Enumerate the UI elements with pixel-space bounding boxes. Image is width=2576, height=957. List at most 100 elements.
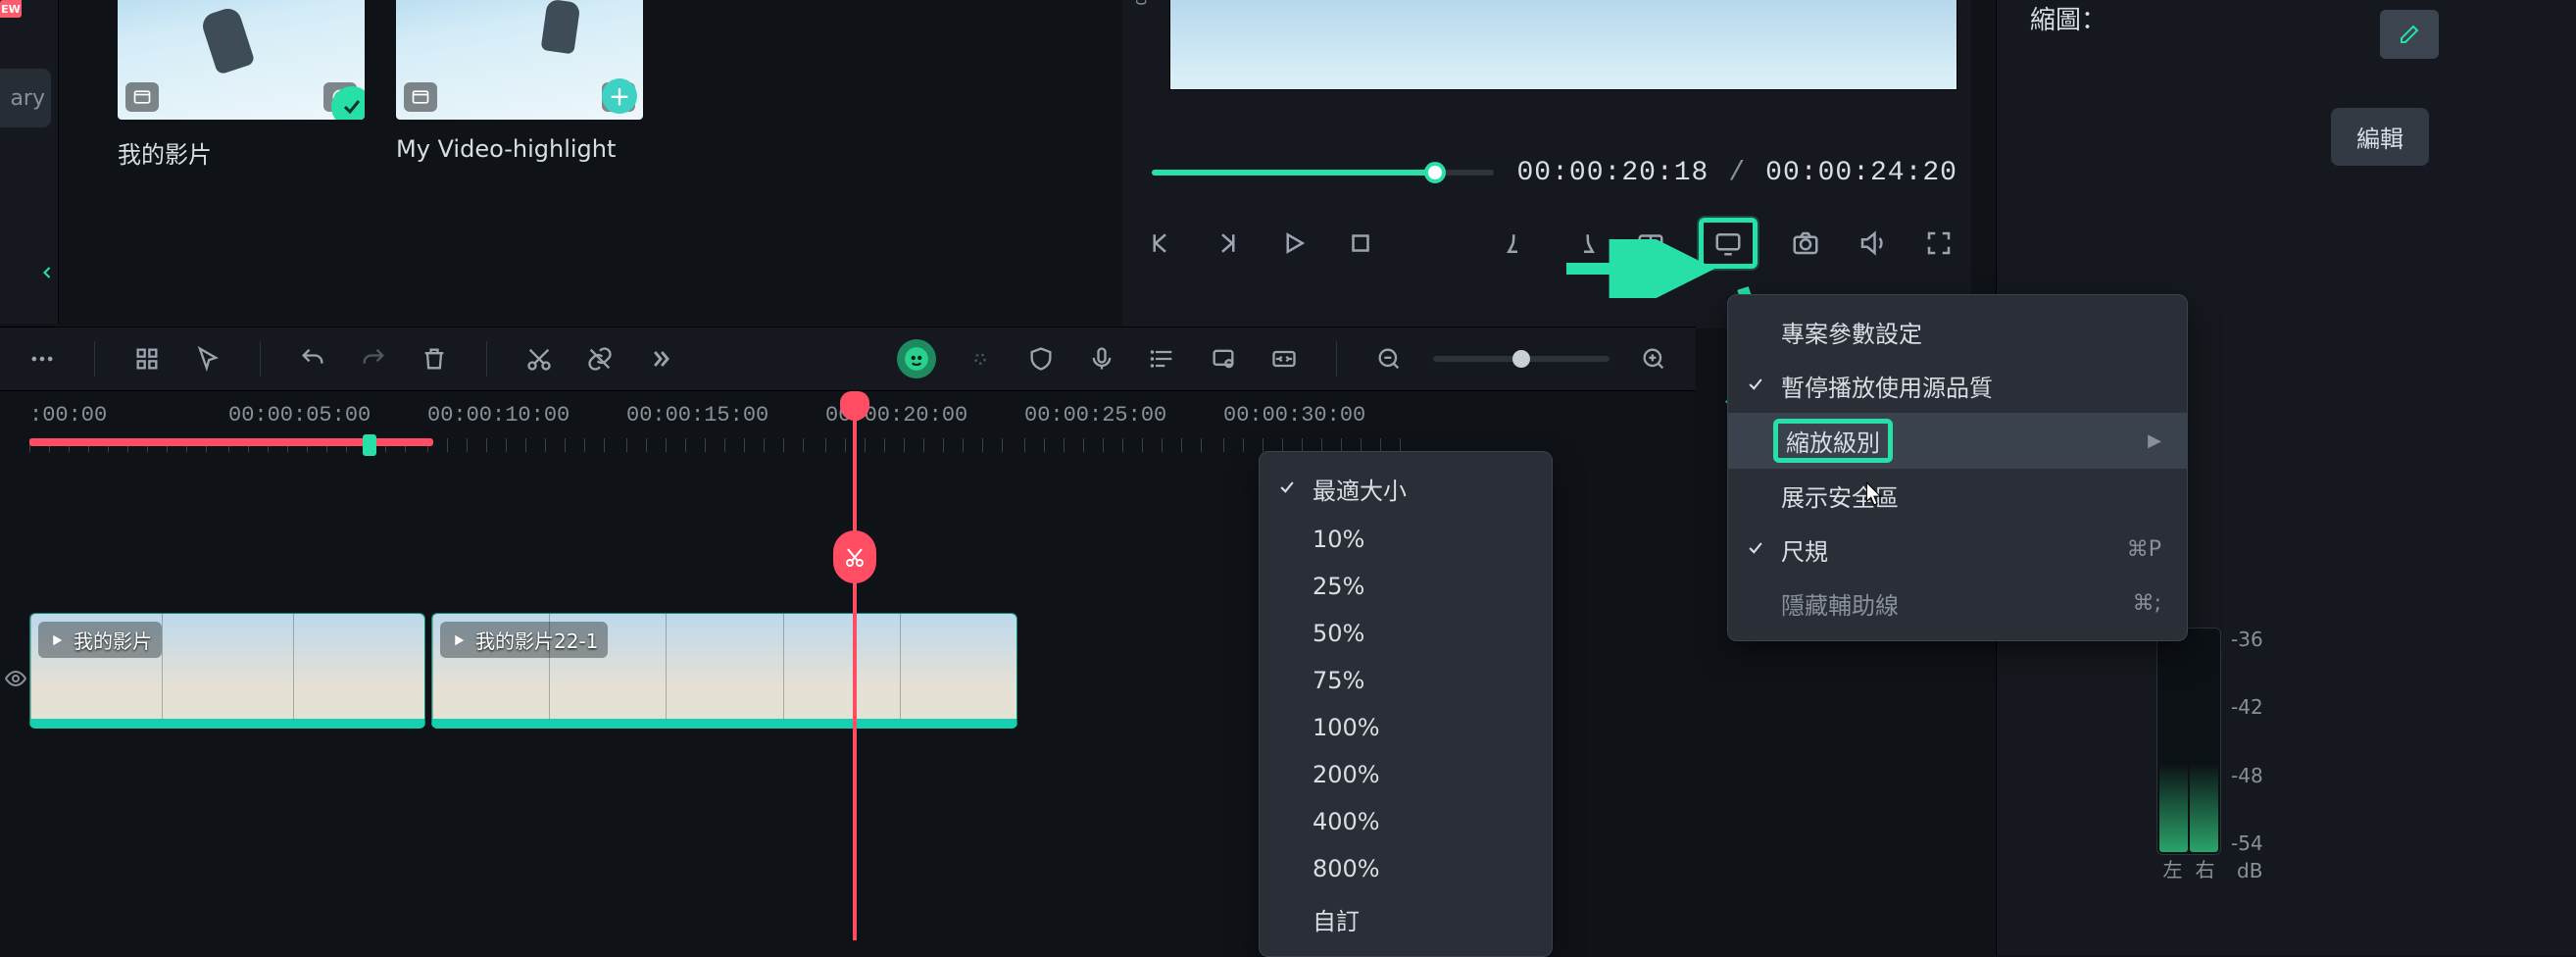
sparkle-icon[interactable] (964, 342, 997, 376)
menu-pause-source-quality[interactable]: 暫停播放使用源品質 (1728, 359, 2187, 413)
zoom-option[interactable]: 800% (1260, 845, 1552, 892)
volume-icon[interactable] (1854, 225, 1891, 262)
audio-meter: -36 -42 -48 -54 左 右 dB (2156, 628, 2270, 882)
mic-icon[interactable] (1085, 342, 1118, 376)
ruler-tick: 00:00:25:00 (1024, 403, 1223, 458)
time-total: 00:00:24:20 (1765, 158, 1957, 188)
zoom-option[interactable]: 10% (1260, 516, 1552, 563)
display-settings-button[interactable] (1699, 218, 1758, 269)
menu-hide-guides: 隱藏輔助線 ⌘; (1728, 577, 2187, 630)
zoom-option-custom[interactable]: 自訂 (1260, 892, 1552, 946)
more-tools-icon[interactable] (644, 342, 677, 376)
pointer-tool-icon[interactable] (191, 342, 224, 376)
preview-vertical-ruler: 1000 (1128, 0, 1152, 201)
scrub-track[interactable] (1152, 170, 1494, 176)
zoom-out-icon[interactable] (1372, 342, 1406, 376)
mark-in-icon[interactable] (1499, 225, 1536, 262)
preview-monitor[interactable] (1169, 0, 1957, 90)
new-badge: EW (0, 0, 22, 18)
zoom-option[interactable]: 50% (1260, 610, 1552, 657)
clip-label: 我的影片 (74, 626, 152, 654)
stop-icon[interactable] (1342, 225, 1379, 262)
undo-icon[interactable] (296, 342, 329, 376)
track-visibility-icon[interactable] (4, 667, 27, 696)
unlink-icon[interactable] (583, 342, 617, 376)
zoom-option-fit[interactable]: 最適大小 (1260, 462, 1552, 516)
media-thumbnail[interactable]: ＋ (396, 0, 643, 120)
zoom-option[interactable]: 25% (1260, 563, 1552, 610)
zoom-option[interactable]: 75% (1260, 657, 1552, 704)
timeline-clip[interactable]: 我的影片 (29, 613, 425, 729)
marker-icon[interactable] (1207, 342, 1240, 376)
menu-zoom-level[interactable]: 縮放級別 ▶ (1728, 413, 2187, 469)
compare-icon[interactable] (1632, 225, 1669, 262)
meter-right-label: 右 (2196, 854, 2215, 882)
list-icon[interactable] (1146, 342, 1179, 376)
grid-select-icon[interactable] (130, 342, 164, 376)
time-current: 00:00:20:18 (1517, 158, 1709, 188)
check-icon (1277, 476, 1297, 503)
media-clip-card[interactable]: 0:00:13 我的影片 (118, 0, 365, 161)
monitor-icon (1709, 225, 1747, 262)
check-icon (1746, 536, 1765, 564)
ruler-tick: 00:00:30:00 (1223, 403, 1422, 458)
zoom-level-submenu: 最適大小 10% 25% 50% 75% 100% 200% 400% 800%… (1259, 451, 1553, 957)
media-clip-card[interactable]: ＋ My Video-highlight (396, 0, 643, 161)
edit-button[interactable]: 編輯 (2331, 108, 2429, 166)
shield-icon[interactable] (1024, 342, 1058, 376)
nav-tab-library[interactable]: ary (0, 69, 51, 127)
media-clip-title: 我的影片 (118, 135, 365, 170)
left-nav-sliver: EW ary (0, 0, 59, 324)
delete-icon[interactable] (418, 342, 451, 376)
scrub-fill (1152, 170, 1435, 176)
zoom-option[interactable]: 200% (1260, 751, 1552, 798)
play-icon[interactable] (1275, 225, 1313, 262)
shortcut-label: ⌘P (2127, 537, 2161, 562)
snapshot-icon[interactable] (1787, 225, 1824, 262)
mark-out-icon[interactable] (1565, 225, 1603, 262)
menu-safe-zone[interactable]: 展示安全區 (1728, 469, 2187, 523)
zoom-option[interactable]: 400% (1260, 798, 1552, 845)
timeline-clip[interactable]: 我的影片22-1 (431, 613, 1017, 729)
prev-frame-icon[interactable] (1142, 225, 1179, 262)
ruler-tick: 00:00:10:00 (427, 403, 626, 458)
mouse-cursor-icon (1864, 480, 1886, 508)
media-thumbnail[interactable]: 0:00:13 (118, 0, 365, 120)
fullscreen-icon[interactable] (1920, 225, 1957, 262)
collapse-icon[interactable] (29, 255, 65, 290)
ruler-tick: 00:00:05:00 (228, 403, 427, 458)
zoom-in-icon[interactable] (1637, 342, 1670, 376)
cut-icon[interactable] (522, 342, 556, 376)
timecode: 00:00:20:18 / 00:00:24:20 (1517, 158, 1958, 188)
meter-db-label: dB (2237, 859, 2262, 882)
more-options-icon[interactable] (25, 342, 59, 376)
thumbnail-label: 縮圖： (2030, 0, 2543, 36)
menu-project-settings[interactable]: 專案參數設定 (1728, 305, 2187, 359)
timeline-toolbar (0, 327, 1696, 391)
zoom-slider[interactable] (1433, 356, 1610, 362)
thumbnail-edit-chip[interactable] (2380, 10, 2439, 59)
ai-avatar-icon[interactable] (897, 339, 936, 378)
ruler-in-marker[interactable] (363, 434, 376, 456)
playhead[interactable] (853, 391, 857, 940)
check-icon (1746, 373, 1765, 400)
redo-icon[interactable] (357, 342, 390, 376)
playhead-cut-icon[interactable] (833, 530, 876, 583)
ruler-tick: 00:00:15:00 (626, 403, 825, 458)
add-clip-icon[interactable]: ＋ (602, 78, 637, 114)
menu-ruler[interactable]: 尺規 ⌘P (1728, 523, 2187, 577)
scrub-handle[interactable] (1424, 162, 1446, 183)
preview-panel: 1000 00:00:20:18 / 00:00:24:20 (1122, 0, 1971, 328)
fit-width-icon[interactable] (1267, 342, 1301, 376)
ruler-tick: :00:00 (29, 403, 228, 458)
clip-label: 我的影片22-1 (475, 626, 598, 654)
next-frame-icon[interactable] (1209, 225, 1246, 262)
meter-scale: -36 (2231, 628, 2263, 651)
audio-meter-bars (2156, 628, 2221, 855)
meter-scale: -42 (2231, 695, 2263, 719)
meter-scale: -54 (2231, 831, 2263, 855)
playback-row (1142, 214, 1957, 273)
playhead-cap-icon[interactable] (840, 391, 869, 421)
zoom-option[interactable]: 100% (1260, 704, 1552, 751)
time-sep: / (1728, 158, 1746, 188)
